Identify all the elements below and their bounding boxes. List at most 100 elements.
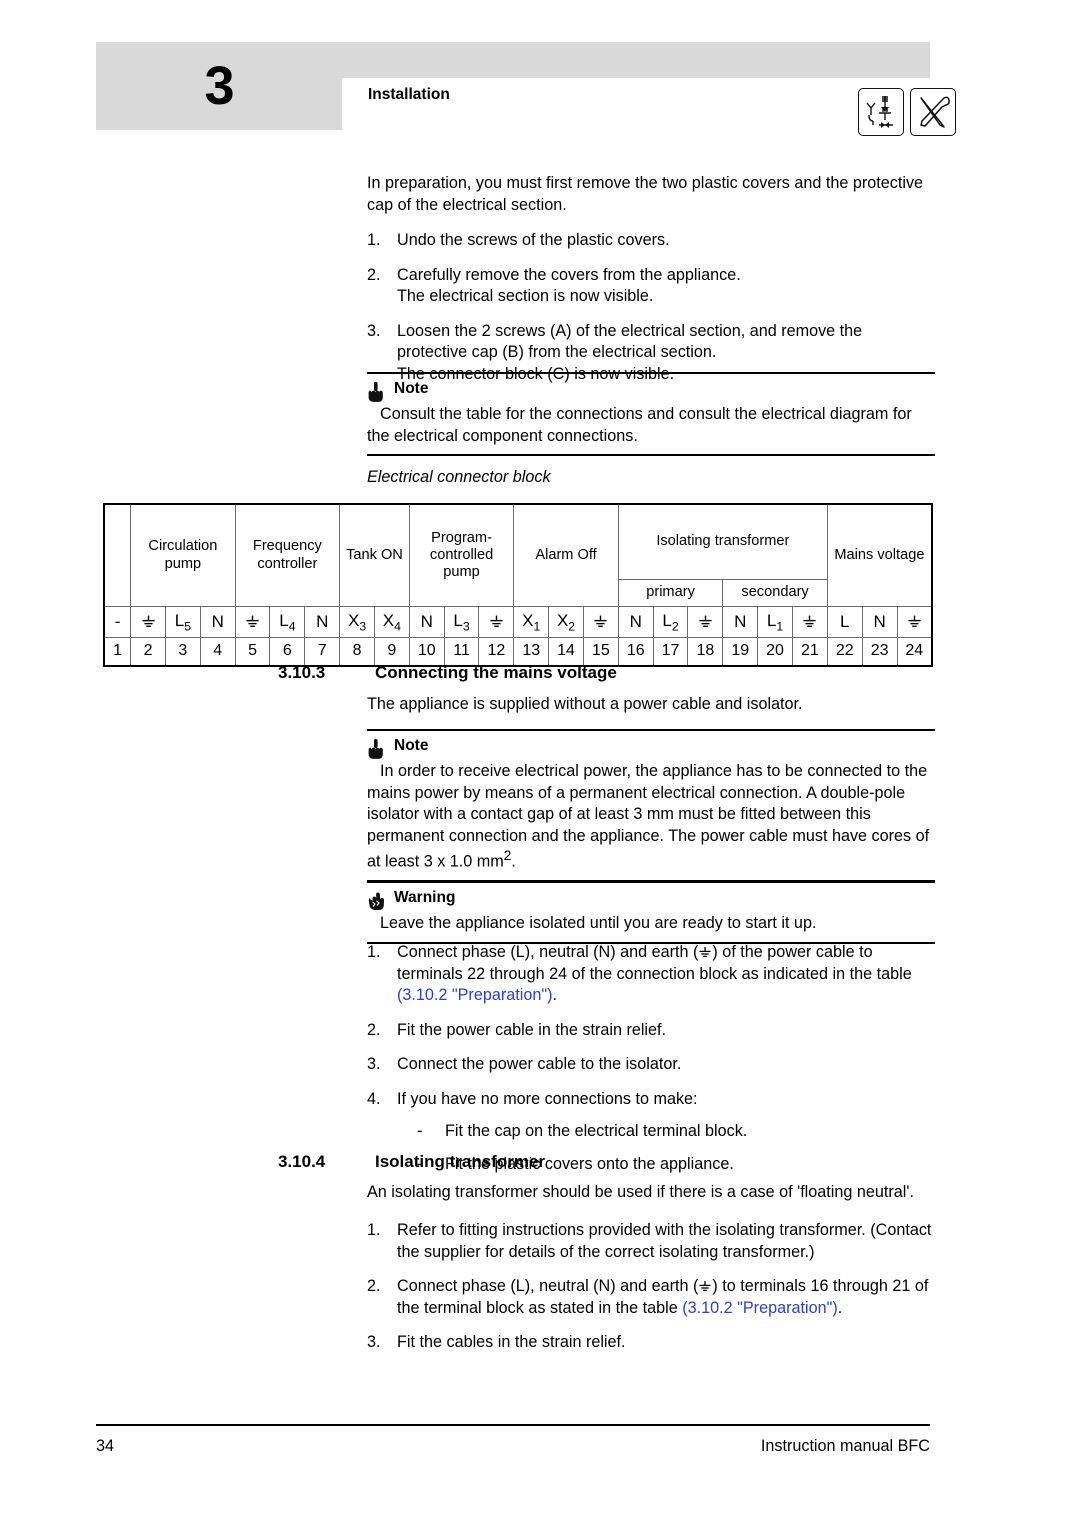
table-number-cell: 20 (757, 637, 793, 667)
table-number-cell: 18 (687, 637, 724, 667)
callout-header: Note (367, 380, 935, 403)
earth-symbol-icon (699, 616, 712, 628)
callout-text-group: Warning (394, 889, 455, 908)
intro-step-list: 1. Undo the screws of the plastic covers… (367, 230, 935, 385)
header-icon-group (858, 88, 956, 136)
callout-top-rule (367, 372, 935, 374)
earth-symbol-icon (908, 616, 921, 628)
list-item: 1. Connect phase (L), neutral (N) and ea… (367, 942, 935, 1007)
callout-body-text: Leave the appliance isolated until you a… (380, 914, 817, 932)
table-symbol-cell (478, 606, 515, 638)
callout-body: Consult the table for the connections an… (367, 404, 935, 447)
chapter-number: 3 (204, 56, 234, 116)
list-text: Fit the cables in the strain relief. (397, 1333, 626, 1352)
list-text: Refer to fitting instructions provided w… (397, 1221, 932, 1261)
table-number-cell: 9 (373, 637, 410, 667)
isolating-step-list: 1. Refer to fitting instructions provide… (367, 1220, 935, 1354)
callout-body-text: Consult the table for the connections an… (367, 405, 912, 445)
pointing-hand-icon (368, 739, 383, 759)
list-item: 2. Connect phase (L), neutral (N) and ea… (367, 1276, 935, 1319)
warning-hand-icon (368, 892, 385, 910)
table-number-cell: 1 (103, 637, 132, 667)
table-symbol-row: - L5 N L4 N X3 X4 N L3 X1 X2 N L2 N L1 L N (103, 606, 933, 638)
note-callout-2: Note In order to receive electrical powe… (367, 729, 935, 883)
cross-reference-link[interactable]: (3.10.2 "Preparation") (397, 986, 552, 1004)
step-text-pre: Connect phase (L), neutral (N) and earth… (397, 1277, 699, 1296)
table-number-cell: 7 (304, 637, 341, 667)
table-symbol-cell: N (304, 606, 341, 638)
callout-body: In order to receive electrical power, th… (367, 761, 935, 873)
section-number: 3.10.4 (278, 1152, 326, 1171)
warning-callout: Warning Leave the appliance isolated unt… (367, 881, 935, 944)
earth-symbol-icon (594, 616, 607, 628)
earth-symbol-icon (246, 616, 259, 628)
list-marker: 3. (367, 1333, 381, 1352)
table-symbol-cell: L5 (164, 606, 201, 638)
list-marker: 2. (367, 265, 381, 284)
step-text-post: . (837, 1298, 843, 1317)
list-item: 2. Carefully remove the covers from the … (367, 265, 935, 308)
table-symbol-cell: N (408, 606, 445, 638)
table-number-cell: 24 (896, 637, 933, 667)
list-marker: 2. (367, 1277, 381, 1296)
table-group-circulation-pump: Circulation pump (130, 503, 236, 607)
table-symbol-cell: L1 (757, 606, 793, 638)
list-item: 3. Fit the cables in the strain relief. (367, 1332, 935, 1354)
table-number-cell: 17 (652, 637, 689, 667)
table-number-cell: 4 (199, 637, 236, 667)
intro-paragraph: In preparation, you must first remove th… (367, 174, 924, 214)
cross-reference-link[interactable]: (3.10.2 "Preparation") (682, 1299, 837, 1317)
table-number-cell: 22 (826, 637, 863, 667)
table-number-cell: 6 (269, 637, 306, 667)
list-item: 2. Fit the power cable in the strain rel… (367, 1020, 935, 1042)
table-number-cell: 14 (548, 637, 584, 667)
footer-row: 34 Instruction manual BFC (96, 1437, 930, 1456)
list-text: Fit the cap on the electrical terminal b… (445, 1122, 748, 1141)
table-group-program-controlled-pump: Program-controlled pump (408, 503, 515, 607)
list-text: Connect the power cable to the isolator. (397, 1055, 682, 1074)
callout-title: Note (394, 737, 429, 754)
table-number-row: 1 2 3 4 5 6 7 8 9 10 11 12 13 14 15 16 17 18 19 20 21 22 23 24 (103, 637, 933, 667)
callout-text-group: Note (394, 380, 428, 399)
page-title: Installation (368, 86, 450, 103)
table-number-cell: 10 (408, 637, 445, 667)
note-callout-1: Note Consult the table for the connectio… (367, 372, 935, 457)
list-marker: 1. (367, 943, 381, 961)
earth-symbol-icon (803, 616, 816, 628)
list-item: 1. Undo the screws of the plastic covers… (367, 230, 935, 252)
pointing-hand-icon (368, 382, 383, 402)
step-text-pre: Connect phase (L), neutral (N) and earth… (397, 943, 699, 961)
table-symbol-cell (234, 606, 271, 638)
table-number-cell: 2 (130, 637, 166, 667)
manual-title: Instruction manual BFC (760, 1437, 930, 1455)
callout-body-text: In order to receive electrical power, th… (367, 762, 930, 871)
callout-top-rule (367, 881, 935, 883)
list-text: Connect phase (L), neutral (N) and earth… (397, 1276, 935, 1319)
table-symbol-cell: L3 (443, 606, 480, 638)
section-title: Connecting the mains voltage (375, 663, 617, 682)
table-number-cell: 21 (791, 637, 828, 667)
table-symbol-cell (687, 606, 724, 638)
table-number-cell: 15 (582, 637, 619, 667)
section-3-10-3-intro: The appliance is supplied without a powe… (367, 695, 803, 713)
callout-text-group: Note (394, 737, 428, 756)
piping-valve-diagram-icon (858, 88, 904, 136)
earth-symbol-icon (141, 616, 155, 628)
section-3-10-4-intro: An isolating transformer should be used … (367, 1183, 914, 1201)
table-group-frequency-controller: Frequency controller (234, 503, 341, 607)
mains-steps-block: 1. Connect phase (L), neutral (N) and ea… (367, 942, 935, 1175)
section-number: 3.10.3 (278, 663, 326, 682)
table-number-cell: 23 (861, 637, 898, 667)
section-title: Isolating transformer (375, 1152, 546, 1171)
callout-top-rule (367, 729, 935, 731)
table-symbol-cell: L2 (652, 606, 689, 638)
intro-block: In preparation, you must first remove th… (367, 173, 935, 385)
table-symbol-cell (582, 606, 619, 638)
table-symbol-cell: N (861, 606, 898, 638)
table-symbol-cell: - (103, 606, 132, 638)
list-text: Carefully remove the covers from the app… (397, 265, 741, 306)
crossed-tools-icon (910, 88, 956, 136)
table-symbol-cell: N (722, 606, 759, 638)
list-item: 3. Connect the power cable to the isolat… (367, 1054, 935, 1076)
list-marker: - (417, 1122, 423, 1141)
